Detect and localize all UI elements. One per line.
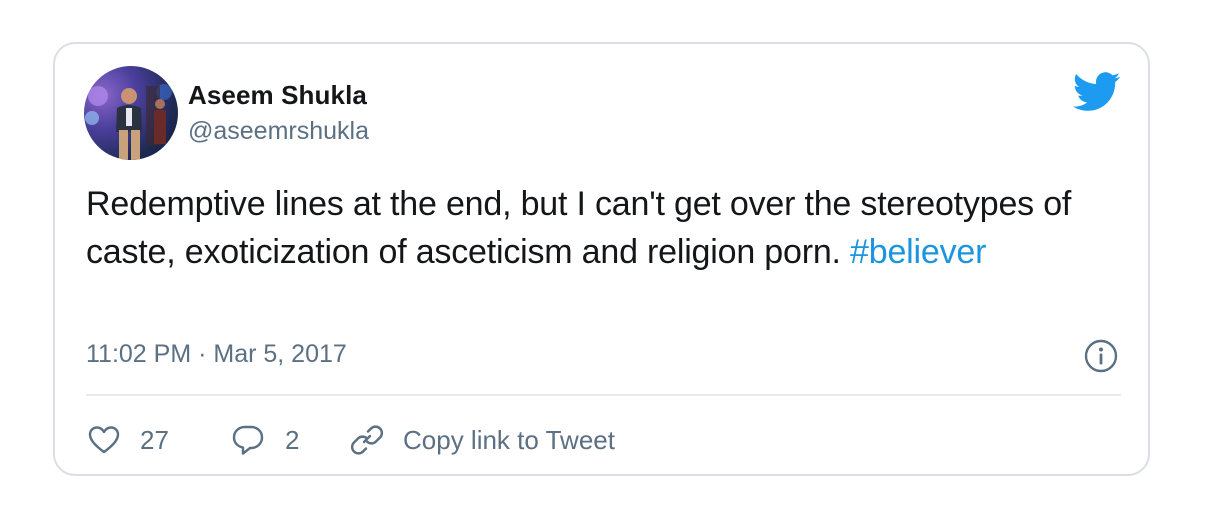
reply-count: 2 — [285, 424, 300, 455]
speech-bubble-icon — [232, 425, 264, 455]
tweet-timestamp[interactable]: 11:02 PM · Mar 5, 2017 — [86, 340, 347, 369]
author-handle[interactable]: @aseemrshukla — [188, 117, 369, 146]
tweet-text: Redemptive lines at the end, but I can't… — [86, 180, 1126, 276]
author-name[interactable]: Aseem Shukla — [188, 80, 367, 111]
copy-link-button[interactable]: Copy link to Tweet — [349, 420, 615, 460]
link-icon — [350, 425, 384, 455]
heart-icon — [88, 426, 120, 454]
like-count: 27 — [140, 424, 169, 455]
copy-link-label: Copy link to Tweet — [403, 424, 615, 455]
divider — [86, 394, 1121, 396]
avatar[interactable] — [84, 66, 178, 160]
reply-button[interactable]: 2 — [231, 420, 299, 460]
like-button[interactable]: 27 — [88, 420, 169, 460]
tweet-card: Aseem Shukla @aseemrshukla Redemptive li… — [53, 42, 1150, 476]
info-icon[interactable] — [1084, 339, 1118, 373]
hashtag-link[interactable]: #believer — [850, 233, 986, 271]
twitter-bird-icon[interactable] — [1073, 72, 1121, 112]
